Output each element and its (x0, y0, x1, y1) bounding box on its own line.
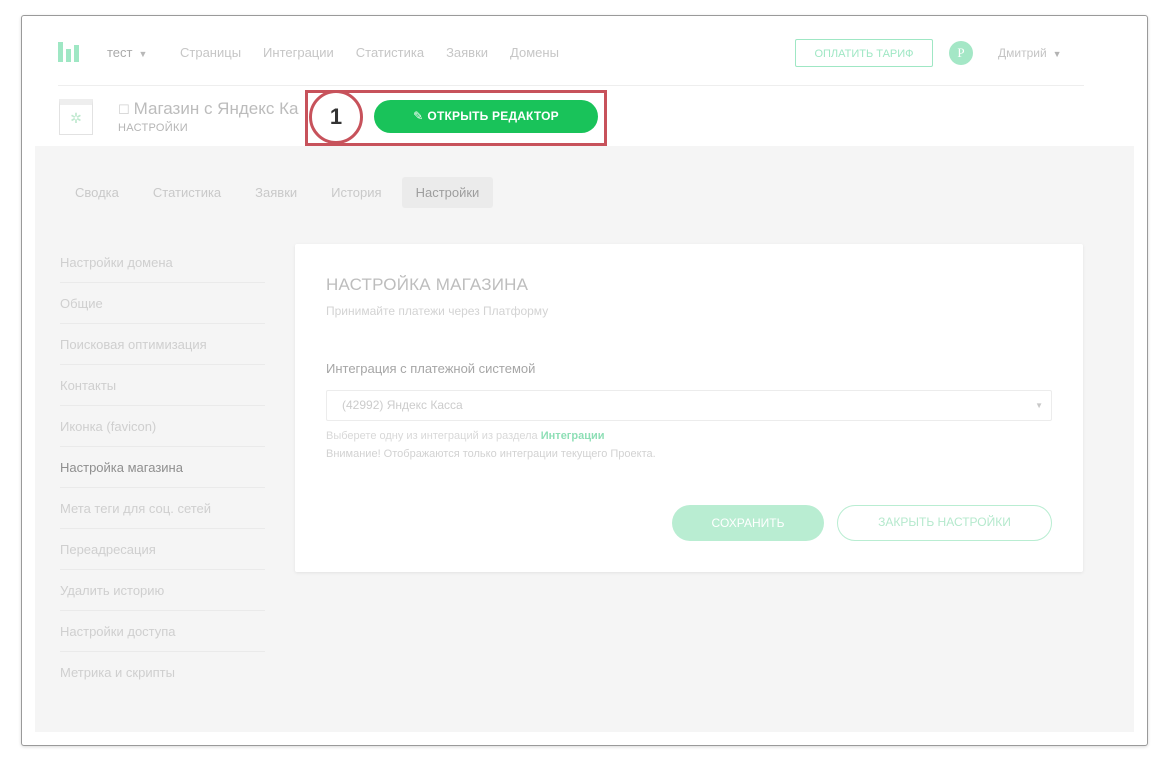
chevron-down-icon: ▼ (1035, 401, 1043, 410)
integration-hint: Выберете одну из интеграций из раздела И… (326, 430, 605, 442)
edit-icon: ✎ (413, 109, 424, 123)
content-area: Сводка Статистика Заявки История Настрой… (35, 146, 1134, 732)
top-navigation: тест ▼ Страницы Интеграции Статистика Зая… (22, 16, 1147, 86)
payment-integration-select[interactable]: (42992) Яндекс Касса ▼ (326, 390, 1052, 421)
avatar[interactable]: P (949, 41, 973, 65)
sidebar-item-metrics[interactable]: Метрика и скрипты (60, 653, 265, 693)
close-settings-button[interactable]: ЗАКРЫТЬ НАСТРОЙКИ (837, 505, 1052, 541)
sidebar-item-redirect[interactable]: Переадресация (60, 530, 265, 570)
nav-link-requests[interactable]: Заявки (446, 45, 488, 60)
page-subtitle: НАСТРОЙКИ (118, 122, 188, 134)
user-menu[interactable]: Дмитрий ▼ (998, 46, 1062, 60)
sidebar-item-general[interactable]: Общие (60, 284, 265, 324)
nav-link-pages[interactable]: Страницы (180, 45, 241, 60)
sidebar-item-social-meta[interactable]: Мета теги для соц. сетей (60, 489, 265, 529)
tab-history[interactable]: История (317, 177, 395, 208)
main-nav: Страницы Интеграции Статистика Заявки До… (180, 45, 581, 60)
tab-bar: Сводка Статистика Заявки История Настрой… (61, 177, 499, 208)
nav-link-integrations[interactable]: Интеграции (263, 45, 334, 60)
sidebar-item-domain-settings[interactable]: Настройки домена (60, 243, 265, 283)
sidebar-item-access[interactable]: Настройки доступа (60, 612, 265, 652)
chevron-down-icon: ▼ (138, 49, 148, 59)
project-name: тест (107, 45, 133, 60)
nav-link-statistics[interactable]: Статистика (356, 45, 424, 60)
chevron-down-icon: ▼ (1052, 49, 1062, 59)
username: Дмитрий (998, 46, 1047, 60)
sidebar-item-delete-history[interactable]: Удалить историю (60, 571, 265, 611)
shop-settings-card: НАСТРОЙКА МАГАЗИНА Принимайте платежи че… (295, 244, 1083, 572)
open-editor-label: ОТКРЫТЬ РЕДАКТОР (427, 109, 559, 123)
payment-integration-label: Интеграция с платежной системой (326, 361, 536, 376)
logo-icon[interactable] (58, 42, 82, 62)
step-number-badge: 1 (309, 90, 363, 144)
tab-settings[interactable]: Настройки (401, 177, 494, 208)
app-window: тест ▼ Страницы Интеграции Статистика Зая… (21, 15, 1148, 746)
open-editor-button[interactable]: ✎ ОТКРЫТЬ РЕДАКТОР (374, 100, 598, 133)
settings-sidebar: Настройки домена Общие Поисковая оптимиз… (60, 243, 265, 694)
integrations-link[interactable]: Интеграции (541, 430, 605, 442)
hint-text: Выберете одну из интеграций из раздела (326, 430, 538, 442)
gear-icon: ✲ (70, 110, 82, 126)
save-button[interactable]: СОХРАНИТЬ (672, 505, 824, 541)
sidebar-item-shop-settings[interactable]: Настройка магазина (60, 448, 265, 488)
sidebar-item-contacts[interactable]: Контакты (60, 366, 265, 406)
tab-statistics[interactable]: Статистика (139, 177, 235, 208)
page-title[interactable]: ☐ Магазин с Яндекс Ка (118, 99, 298, 119)
tab-summary[interactable]: Сводка (61, 177, 133, 208)
page-title-text: Магазин с Яндекс Ка (133, 99, 299, 118)
integration-warning: Внимание! Отображаются только интеграции… (326, 448, 656, 460)
sidebar-item-seo[interactable]: Поисковая оптимизация (60, 325, 265, 365)
pay-tariff-button[interactable]: ОПЛАТИТЬ ТАРИФ (795, 39, 933, 67)
page-settings-icon[interactable]: ✲ (59, 99, 93, 135)
select-value: (42992) Яндекс Касса (342, 398, 463, 412)
tab-requests[interactable]: Заявки (241, 177, 311, 208)
project-selector[interactable]: тест ▼ (107, 45, 147, 60)
external-link-icon: ☐ (118, 102, 130, 117)
sidebar-item-favicon[interactable]: Иконка (favicon) (60, 407, 265, 447)
nav-link-domains[interactable]: Домены (510, 45, 559, 60)
card-subtitle: Принимайте платежи через Платформу (326, 304, 549, 318)
card-title: НАСТРОЙКА МАГАЗИНА (326, 275, 529, 294)
